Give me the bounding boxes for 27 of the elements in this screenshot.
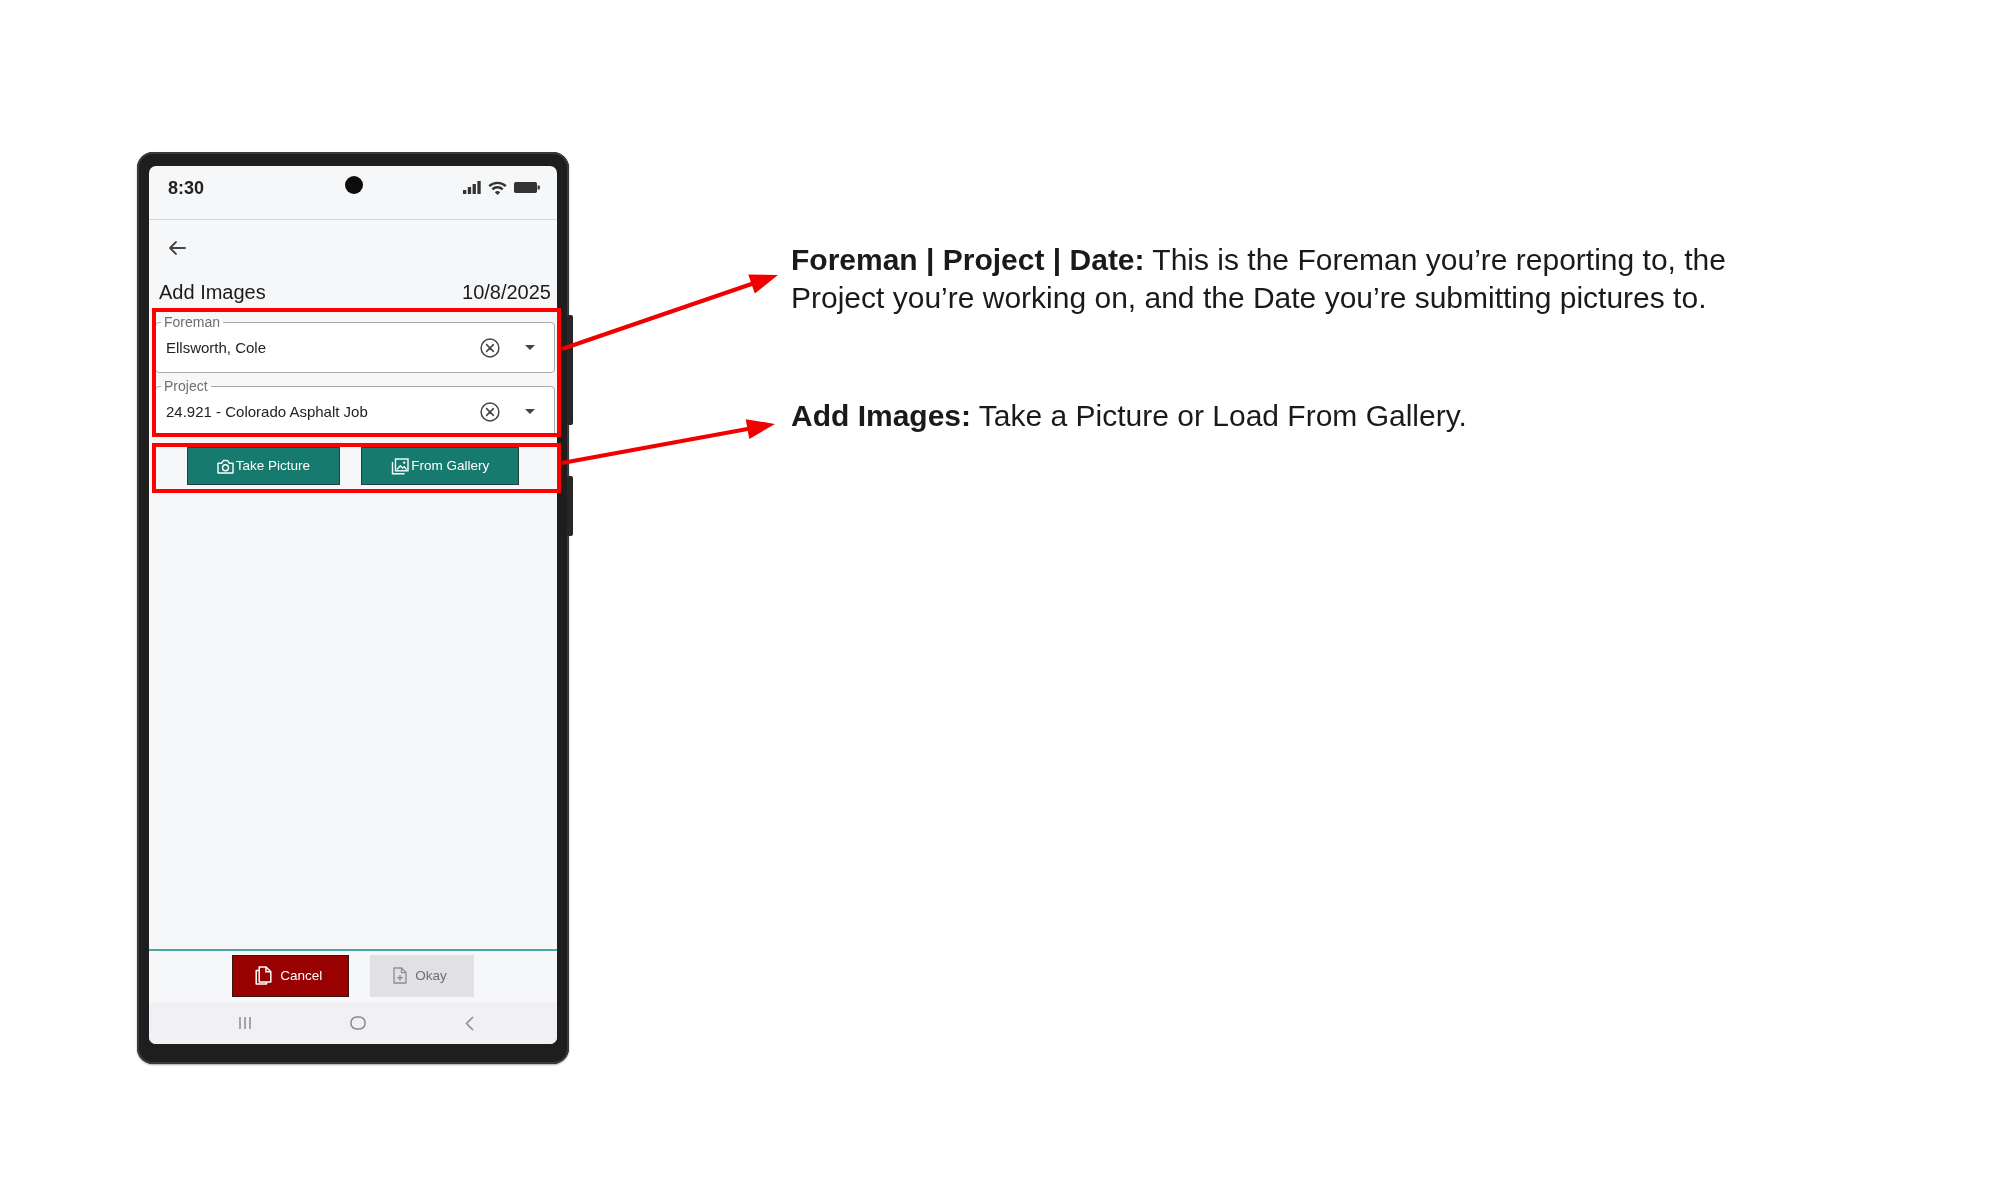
field-value: 24.921 - Colorado Asphalt Job bbox=[166, 402, 369, 421]
copy-icon bbox=[255, 966, 273, 985]
side-button[interactable] bbox=[567, 315, 573, 425]
status-time: 8:30 bbox=[168, 178, 205, 197]
cancel-button[interactable]: Cancel bbox=[232, 954, 350, 997]
page-date: 10/8/2025 bbox=[462, 280, 551, 303]
annotation-text: Foreman | Project | Date: This is the Foreman you’re reporting to, the Project you’re working on, and the Date you’re submitting pictures to. bbox=[791, 242, 1727, 316]
caret-icon[interactable] bbox=[525, 345, 535, 350]
annotation-text: Add Images: Take a Picture or Load From Gallery. bbox=[791, 398, 1468, 434]
field-value: Ellsworth, Cole bbox=[166, 338, 268, 357]
wifi-icon bbox=[488, 180, 507, 195]
take-picture-button[interactable]: Take Picture bbox=[186, 447, 341, 485]
clear-icon[interactable] bbox=[480, 337, 500, 358]
camera-icon bbox=[216, 458, 234, 474]
back-icon[interactable] bbox=[168, 239, 186, 256]
battery-icon bbox=[514, 182, 540, 193]
page-title: Add Images bbox=[159, 280, 266, 303]
clear-icon[interactable] bbox=[480, 401, 500, 422]
home-icon[interactable] bbox=[350, 1016, 367, 1030]
gallery-button[interactable]: From Gallery bbox=[361, 447, 520, 485]
front-camera-icon bbox=[345, 175, 363, 194]
caret-icon[interactable] bbox=[525, 409, 535, 414]
file-plus-icon bbox=[393, 967, 408, 984]
gallery-icon bbox=[391, 457, 410, 475]
field-label: Project bbox=[161, 377, 211, 395]
signal-icon bbox=[463, 181, 481, 194]
chevron-left-icon[interactable] bbox=[464, 1015, 474, 1031]
